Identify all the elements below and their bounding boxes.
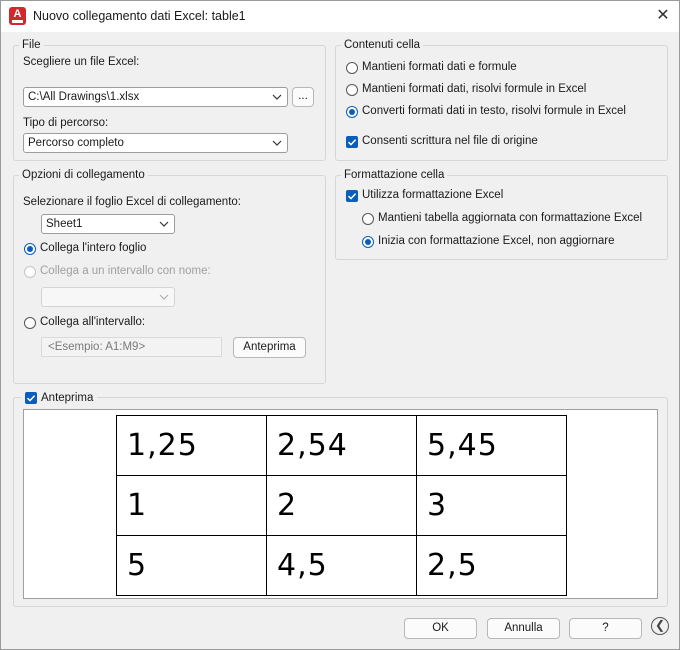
autocad-app-icon: A: [9, 7, 26, 25]
link-range-label: Collega all'intervallo:: [40, 316, 146, 328]
table-cell: 2,54: [266, 415, 417, 476]
cell-contents-legend: Contenuti cella: [341, 38, 424, 52]
table-row: 1,25 2,54 5,45: [116, 415, 567, 476]
radio-start-excel-format[interactable]: [362, 236, 374, 248]
choose-file-label: Scegliere un file Excel:: [23, 56, 140, 68]
sheet-value: Sheet1: [46, 218, 83, 230]
preview-area: 1,25 2,54 5,45 1 2 3 5 4,5 2,5: [23, 409, 658, 599]
help-button[interactable]: ?: [569, 618, 642, 639]
radio-keep-table-updated[interactable]: [362, 213, 374, 225]
table-cell: 2,5: [416, 535, 567, 596]
keep-formats-formulas-label: Mantieni formati dati e formule: [362, 61, 517, 73]
keep-table-updated-label: Mantieni tabella aggiornata con formatta…: [378, 212, 643, 224]
table-cell: 4,5: [266, 535, 417, 596]
excel-file-value: C:\All Drawings\1.xlsx: [28, 91, 140, 103]
cell-contents-group: Contenuti cella Mantieni formati dati e …: [335, 38, 668, 161]
allow-write-checkbox[interactable]: [346, 136, 358, 148]
cell-formatting-legend: Formattazione cella: [341, 168, 448, 182]
checkmark-icon: [26, 395, 36, 402]
excel-file-dropdown[interactable]: C:\All Drawings\1.xlsx: [23, 87, 288, 107]
radio-keep-formats-resolve[interactable]: [346, 84, 358, 96]
link-options-group: Opzioni di collegamento Selezionare il f…: [13, 168, 326, 384]
radio-convert-to-text[interactable]: [346, 106, 358, 118]
file-group-legend: File: [19, 38, 44, 52]
chevron-down-icon: [272, 140, 282, 146]
table-cell: 5,45: [416, 415, 567, 476]
link-whole-sheet-label: Collega l'intero foglio: [40, 242, 147, 254]
radio-keep-formats-formulas[interactable]: [346, 62, 358, 74]
close-icon[interactable]: ✕: [651, 5, 675, 27]
convert-to-text-label: Converti formati dati in testo, risolvi …: [362, 105, 626, 117]
dialog-window: A Nuovo collegamento dati Excel: table1 …: [0, 0, 680, 650]
named-range-dropdown[interactable]: [41, 287, 175, 307]
ok-button[interactable]: OK: [404, 618, 477, 639]
radio-link-named-range[interactable]: [24, 266, 36, 278]
table-cell: 3: [416, 475, 567, 536]
preview-range-button[interactable]: Anteprima: [233, 337, 306, 358]
sheet-dropdown[interactable]: Sheet1: [41, 214, 175, 234]
checkmark-icon: [347, 193, 357, 200]
chevron-down-icon: [272, 94, 282, 100]
use-excel-format-checkbox[interactable]: [346, 190, 358, 202]
cancel-button[interactable]: Annulla: [487, 618, 560, 639]
chevron-down-icon: [159, 294, 169, 300]
preview-checkbox[interactable]: [25, 392, 37, 404]
table-cell: 5: [116, 535, 267, 596]
path-type-label: Tipo di percorso:: [23, 117, 109, 129]
range-input[interactable]: <Esempio: A1:M9>: [41, 337, 222, 357]
window-title: Nuovo collegamento dati Excel: table1: [33, 9, 246, 23]
keep-formats-resolve-label: Mantieni formati dati, risolvi formule i…: [362, 83, 587, 95]
table-row: 1 2 3: [116, 475, 567, 536]
cell-formatting-group: Formattazione cella Utilizza formattazio…: [335, 168, 668, 260]
table-cell: 1: [116, 475, 267, 536]
path-type-dropdown[interactable]: Percorso completo: [23, 133, 288, 153]
preview-legend: Anteprima: [21, 390, 98, 406]
table-row: 5 4,5 2,5: [116, 535, 567, 596]
radio-link-range[interactable]: [24, 317, 36, 329]
path-type-value: Percorso completo: [28, 137, 124, 149]
checkmark-icon: [347, 139, 357, 146]
link-named-range-label: Collega a un intervallo con nome:: [40, 265, 211, 277]
title-bar: A Nuovo collegamento dati Excel: table1 …: [1, 1, 679, 32]
use-excel-format-label: Utilizza formattazione Excel: [362, 189, 504, 201]
sheet-select-label: Selezionare il foglio Excel di collegame…: [23, 196, 241, 208]
allow-write-label: Consenti scrittura nel file di origine: [362, 135, 538, 147]
preview-label: Anteprima: [41, 392, 94, 404]
browse-button[interactable]: ...: [292, 87, 314, 107]
table-cell: 2: [266, 475, 417, 536]
chevron-down-icon: [159, 221, 169, 227]
preview-table: 1,25 2,54 5,45 1 2 3 5 4,5 2,5: [116, 415, 567, 596]
table-cell: 1,25: [116, 415, 267, 476]
file-group: File Scegliere un file Excel: C:\All Dra…: [13, 38, 326, 161]
start-excel-format-label: Inizia con formattazione Excel, non aggi…: [378, 235, 615, 247]
collapse-arrow-icon[interactable]: ❮: [651, 617, 669, 635]
link-options-legend: Opzioni di collegamento: [19, 168, 148, 182]
radio-link-whole-sheet[interactable]: [24, 243, 36, 255]
